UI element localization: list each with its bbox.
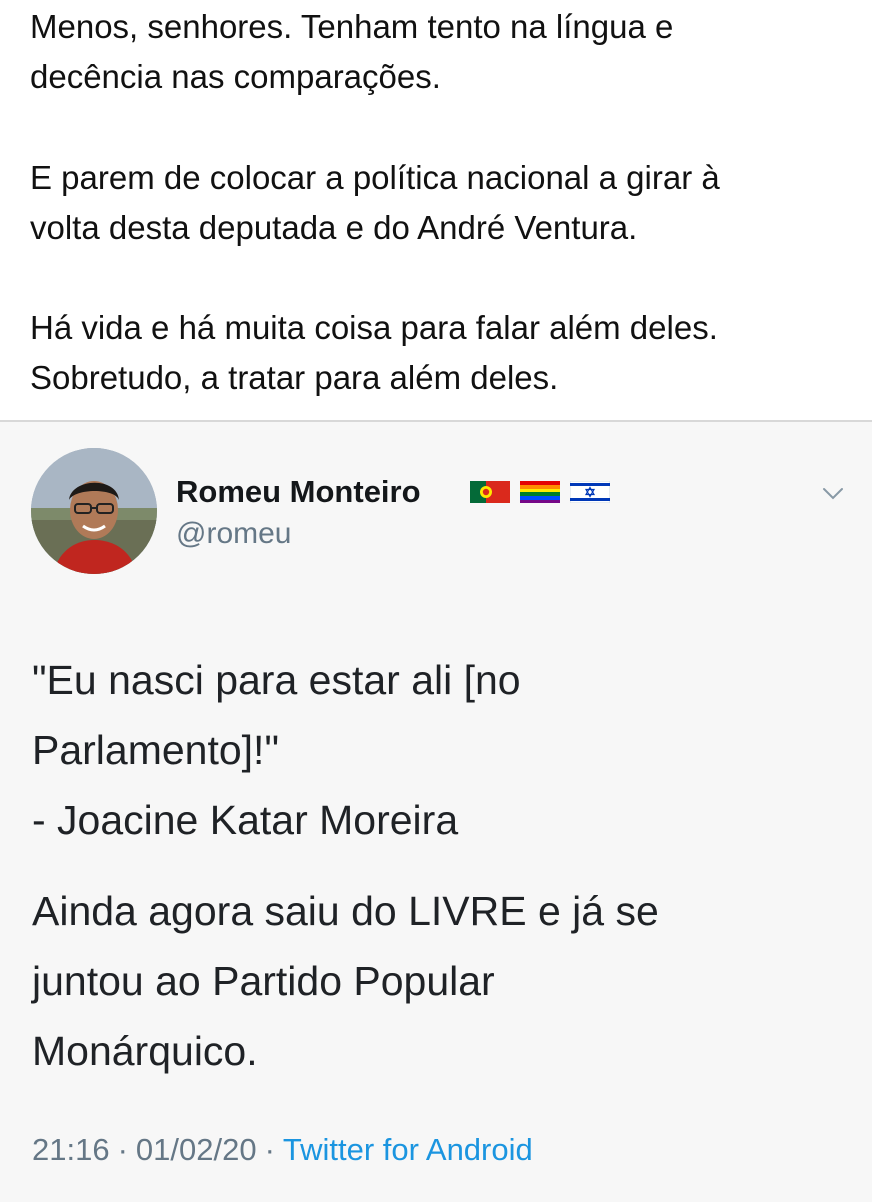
tweet-line: Parlamento]!" <box>32 727 280 773</box>
portugal-flag-icon <box>470 481 510 503</box>
israel-flag-icon <box>570 481 610 503</box>
post-paragraph: E parem de colocar a política nacional a… <box>30 153 860 253</box>
avatar-photo <box>31 448 157 574</box>
tweet-metadata: 21:16 · 01/02/20 · Twitter for Android <box>32 1132 533 1168</box>
tweet-client-link[interactable]: Twitter for Android <box>283 1132 533 1167</box>
meta-separator: · <box>117 1132 128 1167</box>
tweet-comment: Ainda agora saiu do LIVRE e já se juntou… <box>32 876 852 1086</box>
tweet-date[interactable]: 01/02/20 <box>136 1132 257 1167</box>
post-paragraph: Menos, senhores. Tenham tento na língua … <box>30 2 860 102</box>
tweet-quote: "Eu nasci para estar ali [no Parlamento]… <box>32 645 852 855</box>
embedded-tweet: Romeu Monteiro @romeu "Eu nasci para est… <box>0 420 872 1202</box>
post-line: Há vida e há muita coisa para falar além… <box>30 309 718 346</box>
tweet-line: Ainda agora saiu do LIVRE e já se <box>32 888 659 934</box>
rainbow-flag-icon <box>520 481 560 503</box>
tweet-time[interactable]: 21:16 <box>32 1132 110 1167</box>
post-line: E parem de colocar a política nacional a… <box>30 159 720 196</box>
facebook-post-text: Menos, senhores. Tenham tento na língua … <box>0 0 872 420</box>
post-paragraph: Há vida e há muita coisa para falar além… <box>30 303 860 403</box>
tweet-line: "Eu nasci para estar ali [no <box>32 657 521 703</box>
tweet-line: juntou ao Partido Popular <box>32 958 495 1004</box>
meta-separator: · <box>264 1132 275 1167</box>
tweet-line: Monárquico. <box>32 1028 258 1074</box>
author-handle[interactable]: @romeu <box>176 517 292 551</box>
post-line: Menos, senhores. Tenham tento na língua … <box>30 8 674 45</box>
post-line: decência nas comparações. <box>30 58 441 95</box>
avatar[interactable] <box>31 448 157 574</box>
author-name[interactable]: Romeu Monteiro <box>176 474 421 510</box>
chevron-down-icon[interactable] <box>820 480 846 506</box>
post-line: volta desta deputada e do André Ventura. <box>30 209 638 246</box>
author-flags <box>470 478 610 506</box>
tweet-line: - Joacine Katar Moreira <box>32 797 459 843</box>
post-line: Sobretudo, a tratar para além deles. <box>30 359 559 396</box>
